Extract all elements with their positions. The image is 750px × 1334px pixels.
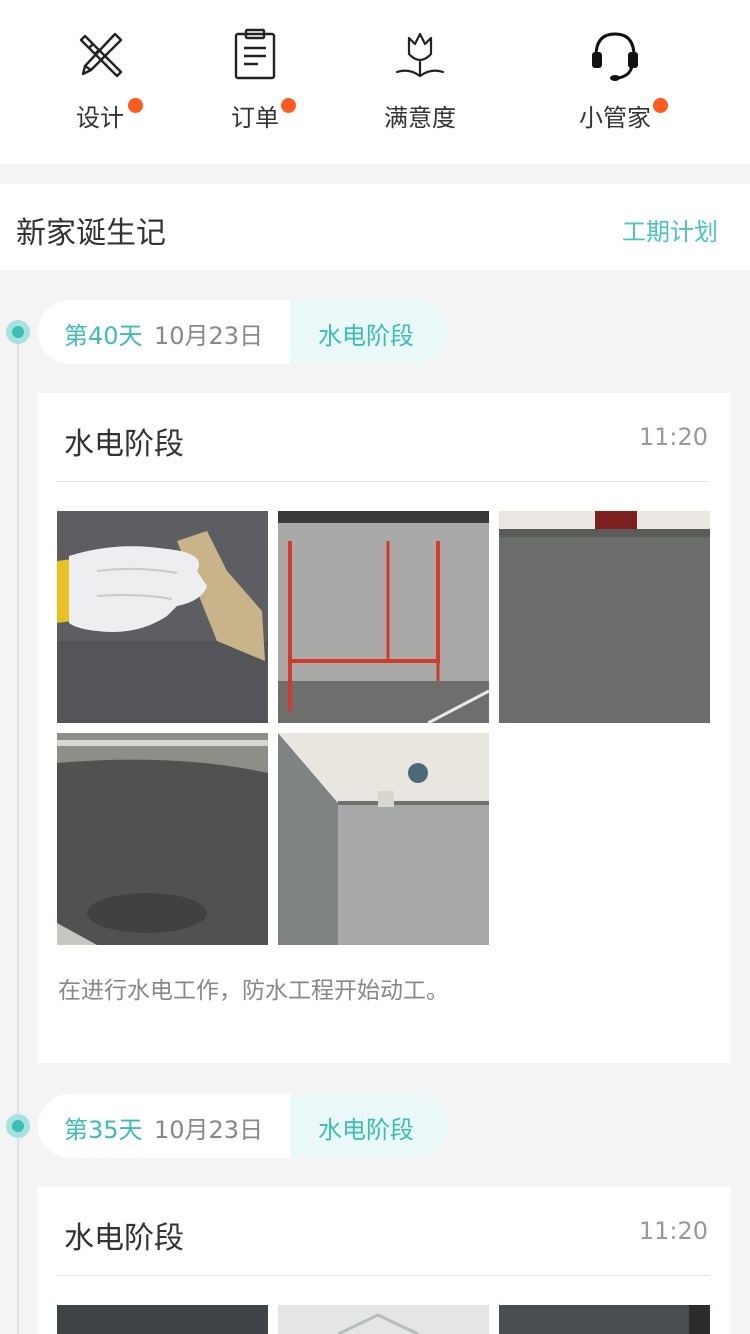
- date-label: 10月23日: [154, 1116, 264, 1144]
- satisfaction-flower-icon: [395, 32, 445, 78]
- timeline-pill: 第40天 10月23日 水电阶段: [38, 300, 448, 364]
- nav-item-satisfaction[interactable]: 满意度: [360, 24, 480, 144]
- card-title: 水电阶段: [64, 427, 184, 462]
- schedule-plan-link[interactable]: 工期计划: [622, 212, 718, 247]
- stage-label: 水电阶段: [318, 1116, 414, 1144]
- nav-item-design[interactable]: 设计: [40, 24, 160, 144]
- photo-thumbnail[interactable]: [57, 1305, 268, 1334]
- progress-card: 水电阶段 11:20: [38, 1187, 730, 1334]
- badge-dot: [281, 98, 296, 113]
- stage-label: 水电阶段: [318, 322, 414, 350]
- day-label: 第35天: [64, 1116, 143, 1144]
- card-time: 11:20: [638, 423, 708, 451]
- photo-thumbnail[interactable]: [499, 511, 710, 723]
- card-time: 11:20: [638, 1217, 708, 1245]
- nav-label-satisfaction: 满意度: [384, 104, 456, 132]
- stage-tag: 水电阶段: [290, 1094, 448, 1158]
- timeline-dot: [6, 320, 30, 344]
- day-label: 第40天: [64, 322, 143, 350]
- timeline-line: [17, 332, 19, 1334]
- order-clipboard-icon: [234, 28, 276, 80]
- timeline-dot: [6, 1114, 30, 1138]
- photo-thumbnail[interactable]: [278, 733, 489, 945]
- progress-card: 水电阶段 11:20: [38, 393, 730, 1063]
- section-header: 新家诞生记 工期计划: [0, 184, 750, 270]
- nav-item-butler[interactable]: 小管家: [555, 24, 675, 144]
- stage-tag: 水电阶段: [290, 300, 448, 364]
- design-tools-icon: [79, 32, 123, 78]
- photo-thumbnail[interactable]: [57, 733, 268, 945]
- photo-thumbnail[interactable]: [499, 1305, 710, 1334]
- timeline-pill: 第35天 10月23日 水电阶段: [38, 1094, 448, 1158]
- headset-icon: [592, 32, 638, 81]
- badge-dot: [653, 98, 668, 113]
- badge-dot: [128, 98, 143, 113]
- nav-label-order: 订单: [231, 104, 279, 132]
- date-label: 10月23日: [154, 322, 264, 350]
- photo-thumbnail[interactable]: [57, 511, 268, 723]
- photo-thumbnail[interactable]: [278, 1305, 489, 1334]
- divider: [56, 1275, 710, 1276]
- top-nav: 设计 订单 满意度 小管家: [0, 0, 750, 164]
- card-description: 在进行水电工作，防水工程开始动工。: [58, 978, 449, 1004]
- section-title: 新家诞生记: [16, 216, 166, 251]
- card-title: 水电阶段: [64, 1221, 184, 1256]
- nav-item-order[interactable]: 订单: [195, 24, 315, 144]
- divider: [56, 481, 710, 482]
- photo-thumbnail[interactable]: [278, 511, 489, 723]
